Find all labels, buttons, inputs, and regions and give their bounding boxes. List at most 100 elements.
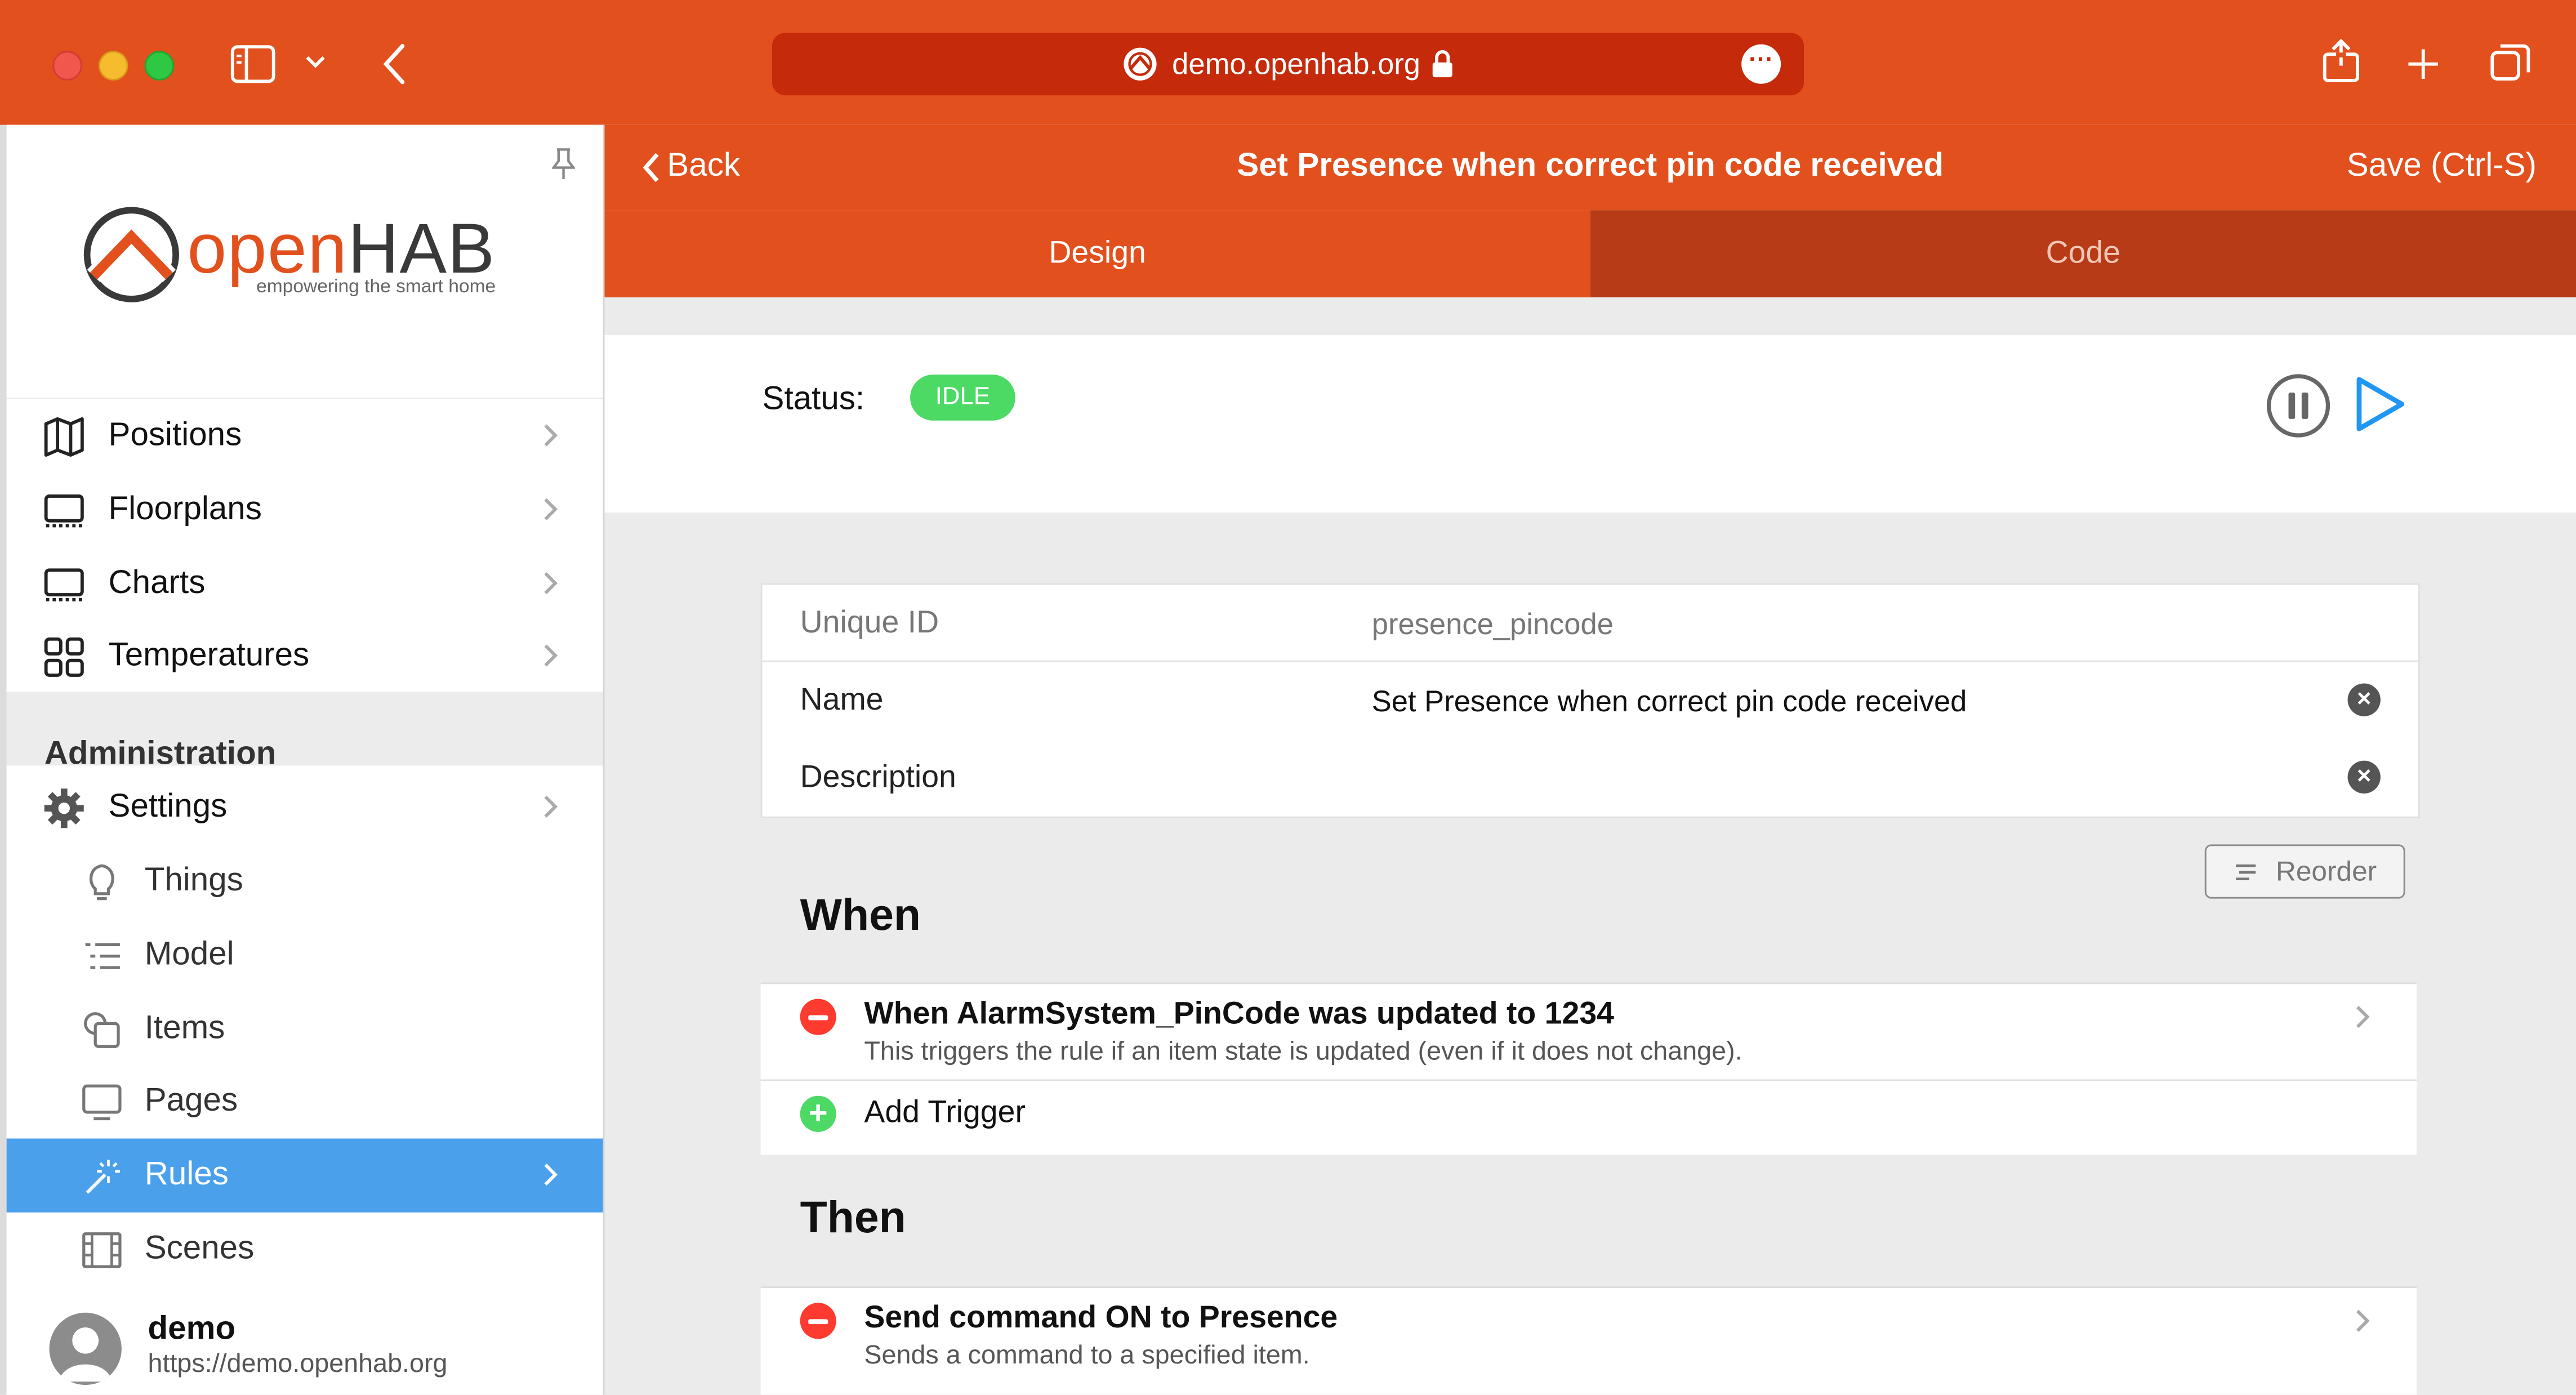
sidebar-item-temperatures[interactable]: Temperatures [7, 619, 603, 693]
action-title: Send command ON to Presence [864, 1301, 1338, 1336]
user-icon [59, 1327, 112, 1382]
add-icon: + [800, 1095, 836, 1132]
when-section-title: When [800, 890, 921, 940]
tab-bar: Design Code [604, 210, 2576, 297]
pause-icon[interactable] [2264, 371, 2333, 440]
sidebar-pages-list: Positions Floorplans Charts Temperatures [6, 399, 603, 693]
sidebar-toggle-icon[interactable] [230, 44, 276, 84]
sidebar-item-label: Charts [108, 565, 206, 601]
name-field[interactable]: Set Presence when correct pin code recei… [1372, 685, 1967, 719]
sidebar-item-floorplans[interactable]: Floorplans [7, 473, 603, 547]
chevron-right-icon [544, 424, 558, 447]
sidebar-item-label: Things [144, 862, 243, 899]
display-icon [82, 1084, 122, 1121]
monitor-icon [44, 568, 84, 601]
remove-icon[interactable] [800, 1303, 836, 1339]
url-text: demo.openhab.org [1172, 47, 1421, 80]
sidebar-item-label: Scenes [144, 1230, 255, 1267]
shapes-icon [84, 1012, 120, 1048]
trigger-item[interactable]: When AlarmSystem_PinCode was updated to … [760, 984, 2417, 1081]
tab-design[interactable]: Design [604, 210, 1590, 297]
sidebar-item-model[interactable]: Model [7, 919, 603, 992]
chevron-right-icon [544, 795, 558, 818]
monitor-icon [44, 494, 84, 528]
zoom-window-button[interactable] [144, 51, 175, 81]
user-panel[interactable]: demo https://demo.openhab.org [6, 1296, 603, 1395]
status-badge: IDLE [910, 375, 1015, 421]
logo-tagline: empowering the smart home [256, 277, 496, 297]
save-button[interactable]: Save (Ctrl-S) [2347, 148, 2537, 186]
sidebar-item-things[interactable]: Things [7, 844, 603, 918]
remove-icon[interactable] [800, 999, 836, 1035]
clear-icon[interactable]: × [2347, 683, 2381, 716]
unique-id-label: Unique ID [800, 606, 939, 641]
sidebar-item-items[interactable]: Items [7, 992, 603, 1066]
minimize-window-button[interactable] [99, 51, 128, 81]
triggers-list: When AlarmSystem_PinCode was updated to … [760, 982, 2417, 1155]
name-row[interactable]: Name Set Presence when correct pin code … [763, 662, 2418, 738]
new-tab-icon[interactable] [2405, 46, 2441, 82]
add-trigger-label: Add Trigger [864, 1095, 1026, 1130]
sidebar-item-label: Pages [144, 1082, 238, 1119]
close-window-button[interactable] [52, 51, 82, 81]
tab-overview-icon[interactable] [2489, 41, 2532, 84]
sidebar-admin-list: Settings Things Model Items Pages Rules … [6, 765, 603, 1296]
sidebar: openHAB empowering the smart home Positi… [6, 124, 605, 1395]
main-content: Back Set Presence when correct pin code … [604, 124, 2576, 1395]
pin-icon[interactable] [552, 148, 575, 181]
reorder-icon [2236, 863, 2256, 880]
sidebar-item-scenes[interactable]: Scenes [7, 1213, 603, 1286]
actions-list: Send command ON to Presence Sends a comm… [760, 1286, 2417, 1395]
trigger-description: This triggers the rule if an item state … [864, 1038, 1742, 1067]
sidebar-item-label: Settings [108, 788, 228, 825]
sidebar-item-label: Items [144, 1010, 225, 1047]
sidebar-item-label: Floorplans [108, 491, 262, 528]
play-icon[interactable] [2352, 375, 2408, 434]
sidebar-header: openHAB empowering the smart home [6, 124, 603, 398]
user-name: demo [148, 1311, 236, 1348]
sidebar-item-rules[interactable]: Rules [6, 1138, 603, 1213]
chevron-right-icon [544, 498, 558, 520]
unique-id-value: presence_pincode [1371, 608, 1614, 641]
avatar [49, 1312, 122, 1385]
then-section-title: Then [800, 1192, 906, 1242]
rule-properties: Unique ID presence_pincode Name Set Pres… [760, 583, 2420, 818]
wand-icon [86, 1160, 120, 1194]
add-trigger-button[interactable]: + Add Trigger [761, 1081, 2417, 1155]
page-title: Set Presence when correct pin code recei… [1237, 148, 1944, 184]
reorder-label: Reorder [2276, 855, 2377, 886]
share-icon[interactable] [2321, 38, 2361, 84]
address-bar[interactable]: demo.openhab.org ··· [772, 33, 1804, 96]
chevron-down-icon[interactable] [306, 54, 326, 70]
openhab-logo-icon [83, 207, 179, 302]
sidebar-item-charts[interactable]: Charts [7, 547, 603, 621]
chevron-right-icon [544, 572, 558, 595]
gear-icon [44, 788, 84, 828]
sidebar-item-label: Positions [108, 417, 242, 454]
reorder-button[interactable]: Reorder [2204, 844, 2405, 899]
sidebar-item-positions[interactable]: Positions [7, 399, 603, 473]
server-url: https://demo.openhab.org [148, 1350, 448, 1379]
chevron-right-icon [544, 644, 558, 667]
more-options-icon[interactable]: ··· [1741, 44, 1781, 84]
sidebar-item-label: Model [144, 936, 234, 973]
name-label: Name [800, 683, 884, 718]
browser-toolbar: demo.openhab.org ··· [0, 0, 2576, 125]
map-icon [44, 417, 84, 457]
chevron-right-icon [544, 1164, 558, 1186]
sidebar-item-label: Temperatures [108, 637, 310, 674]
action-description: Sends a command to a specified item. [864, 1342, 1310, 1370]
lock-icon [1432, 50, 1452, 78]
sidebar-item-label: Rules [144, 1156, 229, 1193]
site-favicon-icon [1124, 47, 1157, 81]
list-icon [85, 943, 120, 969]
browser-back-icon[interactable] [381, 43, 408, 86]
sidebar-item-settings[interactable]: Settings [7, 770, 603, 844]
description-row[interactable]: Description × [763, 739, 2418, 815]
sidebar-item-pages[interactable]: Pages [7, 1064, 603, 1138]
action-item[interactable]: Send command ON to Presence Sends a comm… [761, 1288, 2417, 1395]
clear-icon[interactable]: × [2347, 760, 2381, 794]
description-label: Description [800, 760, 956, 795]
film-icon [82, 1232, 122, 1268]
tab-code[interactable]: Code [1590, 210, 2576, 297]
